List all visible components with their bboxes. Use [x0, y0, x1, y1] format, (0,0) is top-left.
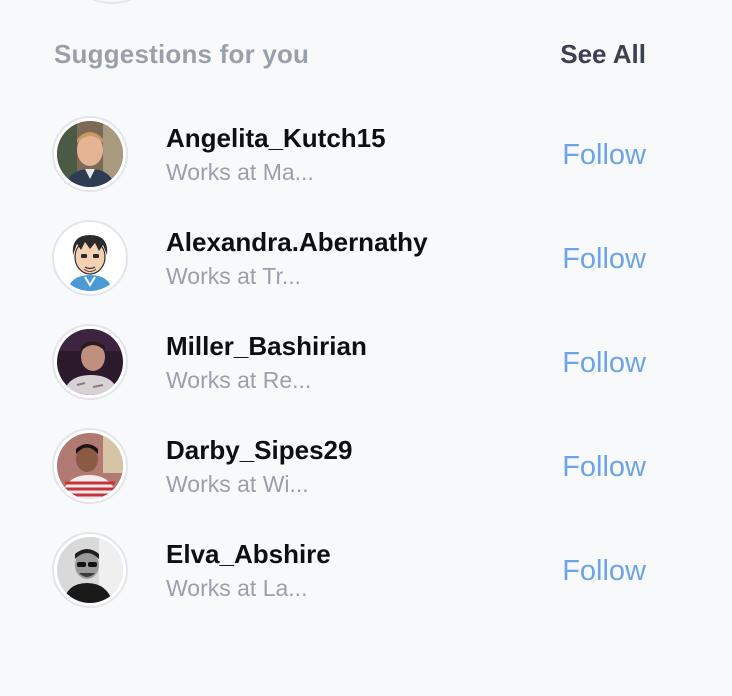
user-workplace: Works at Ma...	[166, 158, 314, 185]
suggestions-title: Suggestions for you	[54, 38, 310, 69]
previous-avatar-edge	[82, 0, 142, 4]
suggestion-info: Angelita_Kutch15 Works at Ma...	[166, 122, 562, 187]
avatar[interactable]	[52, 428, 128, 504]
suggestion-row: Darby_Sipes29 Works at Wi... Follow	[52, 426, 646, 506]
avatar[interactable]	[52, 532, 128, 608]
follow-button[interactable]: Follow	[562, 243, 646, 276]
avatar[interactable]	[52, 116, 128, 192]
follow-button[interactable]: Follow	[562, 139, 646, 172]
see-all-link[interactable]: See All	[560, 39, 646, 70]
suggestion-info: Alexandra.Abernathy Works at Tr...	[166, 226, 562, 291]
follow-button[interactable]: Follow	[562, 555, 646, 588]
follow-button[interactable]: Follow	[562, 347, 646, 380]
user-workplace: Works at Wi...	[166, 470, 309, 497]
follow-button[interactable]: Follow	[562, 451, 646, 484]
suggestion-info: Elva_Abshire Works at La...	[166, 538, 562, 603]
suggestion-row: Alexandra.Abernathy Works at Tr... Follo…	[52, 218, 646, 298]
user-workplace: Works at La...	[166, 574, 308, 601]
user-name[interactable]: Alexandra.Abernathy	[166, 226, 562, 258]
suggestion-info: Miller_Bashirian Works at Re...	[166, 330, 562, 395]
suggestion-row: Elva_Abshire Works at La... Follow	[52, 530, 646, 610]
user-name[interactable]: Darby_Sipes29	[166, 434, 562, 466]
user-name[interactable]: Elva_Abshire	[166, 538, 562, 570]
user-name[interactable]: Angelita_Kutch15	[166, 122, 562, 154]
suggestions-list: Angelita_Kutch15 Works at Ma... Follow A…	[52, 114, 646, 634]
avatar-photo-angelita	[57, 121, 123, 187]
avatar-photo-darby	[57, 433, 123, 499]
avatar-photo-miller	[57, 329, 123, 395]
suggestion-row: Angelita_Kutch15 Works at Ma... Follow	[52, 114, 646, 194]
suggestion-info: Darby_Sipes29 Works at Wi...	[166, 434, 562, 499]
user-name[interactable]: Miller_Bashirian	[166, 330, 562, 362]
avatar-cartoon-alexandra	[57, 225, 123, 291]
suggestion-row: Miller_Bashirian Works at Re... Follow	[52, 322, 646, 402]
avatar[interactable]	[52, 324, 128, 400]
avatar-photo-elva	[57, 537, 123, 603]
user-workplace: Works at Re...	[166, 366, 312, 393]
suggestions-header: Suggestions for you See All	[54, 36, 646, 72]
avatar[interactable]	[52, 220, 128, 296]
suggestions-panel: Suggestions for you See All Angelita_Kut…	[0, 0, 732, 696]
user-workplace: Works at Tr...	[166, 262, 302, 289]
